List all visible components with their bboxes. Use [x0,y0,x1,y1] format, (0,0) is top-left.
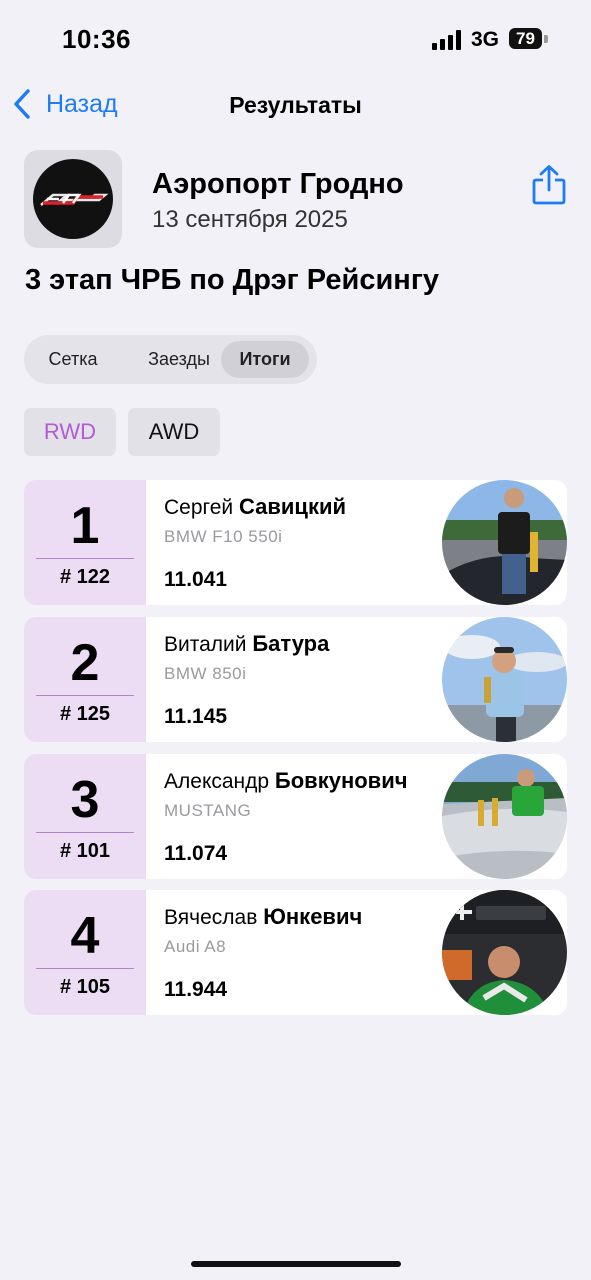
tab-grid[interactable]: Сетка [34,341,112,378]
position-divider [36,558,134,559]
driver-name: Сергей Савицкий [164,494,346,520]
last-name: Бовкунович [274,768,408,793]
car-model: BMW 850i [164,664,247,683]
result-time: 11.944 [164,978,228,1001]
position-divider [36,695,134,696]
first-name: Александр [164,770,270,793]
driver-avatar [442,617,567,742]
event-logo [33,159,113,239]
bib-number: # 122 [59,566,111,588]
nav-bar: Назад Результаты [0,80,591,132]
network-label: 3G [471,28,500,51]
logo-mark-icon [40,193,109,206]
position-box: 3 # 101 [24,754,146,879]
share-icon[interactable] [530,164,568,206]
home-indicator [191,1261,401,1267]
signal-icon [432,30,461,50]
driver-avatar [442,754,567,879]
tab-results[interactable]: Итоги [221,341,309,378]
battery-tip [544,35,548,43]
page-title: Результаты [229,92,362,118]
car-model: MUSTANG [164,801,252,820]
position-number: 2 [70,634,100,692]
position-number: 1 [70,497,100,555]
result-time: 11.041 [164,568,228,591]
status-bar: 10:36 3G 79 [0,0,591,80]
result-row[interactable]: 3 # 101 Александр Бовкунович MUSTANG 11.… [24,754,567,879]
tab-heats[interactable]: Заезды [124,341,234,378]
bib-number: # 105 [59,976,111,998]
driver-avatar [442,890,567,1015]
bib-number: # 125 [59,703,111,725]
bib-number: # 101 [59,840,111,862]
event-logo-tile [24,150,122,248]
last-name: Савицкий [238,494,347,519]
result-row[interactable]: 1 # 122 Сергей Савицкий BMW F10 550i 11.… [24,480,567,605]
result-time: 11.145 [164,705,228,728]
position-divider [36,832,134,833]
position-number: 3 [70,771,100,829]
first-name: Сергей [164,496,234,519]
stage-title: 3 этап ЧРБ по Дрэг Рейсингу [25,264,440,296]
position-divider [36,968,134,969]
view-tabs: Сетка Заезды Итоги [24,335,317,384]
battery-icon: 79 [509,28,542,49]
result-time: 11.074 [164,842,228,865]
car-model: Audi A8 [164,937,227,956]
status-time: 10:36 [62,24,131,54]
result-row[interactable]: 4 # 105 Вячеслав Юнкевич Audi A8 11.944 [24,890,567,1015]
first-name: Вячеслав [164,906,258,929]
position-number: 4 [70,907,100,965]
event-title: Аэропорт Гродно [152,168,404,200]
category-rwd-button[interactable]: RWD [24,408,116,456]
event-date: 13 сентября 2025 [152,206,348,233]
category-awd-button[interactable]: AWD [128,408,220,456]
driver-avatar [442,480,567,605]
position-box: 4 # 105 [24,890,146,1015]
last-name: Батура [252,631,330,656]
last-name: Юнкевич [263,904,363,929]
position-box: 2 # 125 [24,617,146,742]
driver-name: Виталий Батура [164,631,329,657]
position-box: 1 # 122 [24,480,146,605]
first-name: Виталий [164,633,247,656]
driver-name: Вячеслав Юнкевич [164,904,362,930]
driver-name: Александр Бовкунович [164,768,408,794]
car-model: BMW F10 550i [164,527,283,546]
result-row[interactable]: 2 # 125 Виталий Батура BMW 850i 11.145 [24,617,567,742]
